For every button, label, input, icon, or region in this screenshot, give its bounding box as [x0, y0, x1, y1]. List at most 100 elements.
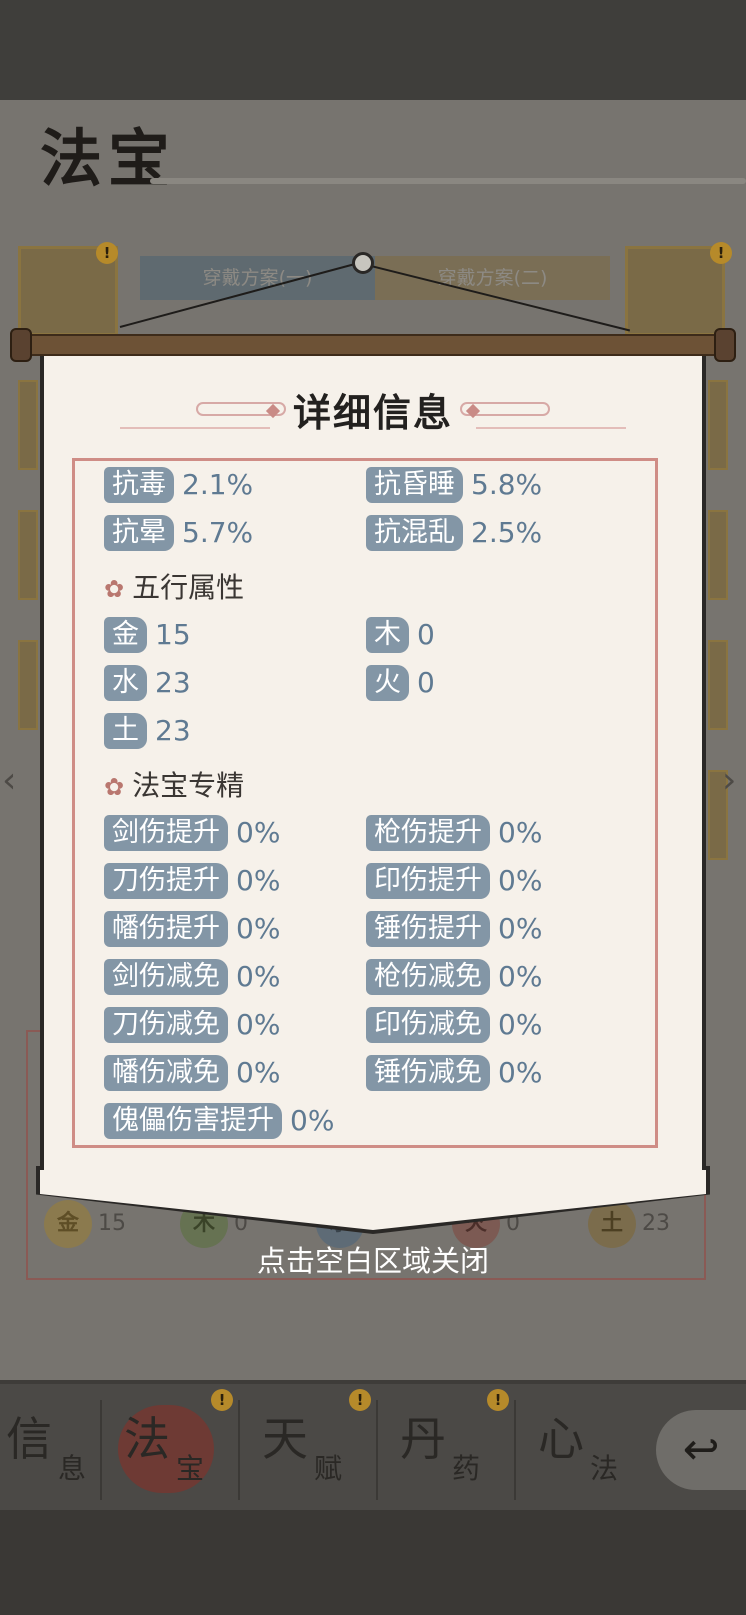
stat-label: 幡伤提升: [104, 911, 228, 947]
stat-label: 土: [104, 713, 147, 749]
stat-row: 枪伤提升 0%: [366, 815, 542, 855]
stat-label: 抗晕: [104, 515, 174, 551]
stat-value: 0%: [236, 1056, 281, 1089]
stat-label: 抗毒: [104, 467, 174, 503]
page-title: 法宝: [40, 122, 177, 195]
nav-tab-label: 法: [124, 1412, 170, 1466]
nav-tab-mind[interactable]: 心 法: [520, 1395, 655, 1505]
alert-icon: !: [349, 1389, 371, 1411]
stat-value: 0: [417, 618, 435, 651]
section-heading-mastery: ✿ 法宝专精: [104, 769, 245, 802]
stat-row: 剑伤提升 0%: [104, 815, 280, 855]
stat-value: 5.7%: [182, 516, 254, 549]
stat-label: 枪伤减免: [366, 959, 490, 995]
treasure-slot-right-3[interactable]: [708, 510, 728, 600]
nav-tab-label: 天: [262, 1412, 308, 1466]
stat-label: 印伤减免: [366, 1007, 490, 1043]
stat-value: 5.8%: [471, 468, 543, 501]
stat-row: 土 23: [104, 713, 191, 753]
stat-label: 火: [366, 665, 409, 701]
stat-value: 0%: [236, 912, 281, 945]
nail-icon: [352, 252, 374, 274]
stat-row: 印伤减免 0%: [366, 1007, 542, 1047]
stat-row: 幡伤减免 0%: [104, 1055, 280, 1095]
nav-tab-talent[interactable]: 天 赋 !: [244, 1389, 379, 1505]
back-button[interactable]: ↩: [656, 1410, 746, 1490]
section-heading-elements: ✿ 五行属性: [104, 571, 245, 604]
stat-label: 刀伤减免: [104, 1007, 228, 1043]
stat-value: 0: [417, 666, 435, 699]
stat-label: 木: [366, 617, 409, 653]
alert-icon: !: [211, 1389, 233, 1411]
top-background: [0, 0, 746, 100]
stat-row: 刀伤减免 0%: [104, 1007, 280, 1047]
stat-row: 傀儡伤害提升 0%: [104, 1103, 334, 1143]
stat-row: 抗晕 5.7%: [104, 515, 253, 555]
nav-divider: [376, 1400, 378, 1500]
nav-tab-treasure[interactable]: 法 宝 !: [106, 1389, 241, 1505]
stat-label: 抗混乱: [366, 515, 463, 551]
flower-icon: ✿: [104, 773, 125, 801]
nav-tab-sublabel: 赋: [314, 1452, 343, 1485]
stat-value: 2.5%: [471, 516, 543, 549]
stat-label: 水: [104, 665, 147, 701]
stat-value: 0%: [236, 960, 281, 993]
nav-tab-info[interactable]: 信 息: [0, 1395, 123, 1505]
stat-label: 枪伤提升: [366, 815, 490, 851]
modal-title: 详细信息: [292, 391, 453, 435]
stat-label: 幡伤减免: [104, 1055, 228, 1091]
nav-tab-label: 信: [6, 1412, 52, 1466]
nav-tab-sublabel: 药: [452, 1452, 481, 1485]
treasure-slot-right-4[interactable]: [708, 640, 728, 730]
stat-value: 23: [155, 666, 191, 699]
nav-divider: [100, 1400, 102, 1500]
bottom-strip: [0, 1510, 746, 1615]
prev-arrow-icon[interactable]: ‹: [2, 760, 16, 801]
close-hint: 点击空白区域关闭: [256, 1244, 489, 1278]
stat-row: 抗昏睡 5.8%: [366, 467, 542, 507]
stat-row: 剑伤减免 0%: [104, 959, 280, 999]
stat-row: 印伤提升 0%: [366, 863, 542, 903]
stat-value: 0%: [498, 816, 543, 849]
nav-divider: [238, 1400, 240, 1500]
title-divider: [150, 178, 746, 184]
stat-label: 剑伤提升: [104, 815, 228, 851]
stat-value: 23: [155, 714, 191, 747]
stat-value: 0%: [498, 960, 543, 993]
stat-value: 2.1%: [182, 468, 254, 501]
stat-row: 金 15: [104, 617, 191, 657]
stat-label: 傀儡伤害提升: [104, 1103, 282, 1139]
stat-value: 0%: [236, 864, 281, 897]
stat-value: 0%: [498, 1008, 543, 1041]
stat-row: 木0: [366, 617, 435, 657]
stat-label: 刀伤提升: [104, 863, 228, 899]
treasure-slot-right-1[interactable]: [625, 246, 725, 336]
alert-icon: !: [710, 242, 732, 264]
flower-icon: ✿: [104, 575, 125, 603]
tab-plan-1[interactable]: 穿戴方案(一): [140, 256, 375, 300]
nav-tab-label: 心: [538, 1412, 584, 1466]
treasure-slot-left-3[interactable]: [18, 510, 38, 600]
stat-row: 火0: [366, 665, 435, 705]
next-arrow-icon[interactable]: ›: [722, 760, 736, 801]
stat-value: 0%: [498, 864, 543, 897]
stat-row: 枪伤减免 0%: [366, 959, 542, 999]
nav-tab-sublabel: 宝: [176, 1452, 205, 1485]
stat-value: 0%: [498, 1056, 543, 1089]
stat-label: 锤伤提升: [366, 911, 490, 947]
alert-icon: !: [487, 1389, 509, 1411]
stat-value: 0%: [290, 1104, 335, 1137]
scroll-rod: [14, 334, 732, 356]
stat-value: 0%: [236, 816, 281, 849]
scroll-rod-cap: [714, 328, 736, 362]
stat-label: 印伤提升: [366, 863, 490, 899]
nav-tab-elixir[interactable]: 丹 药 !: [382, 1389, 517, 1505]
stat-row: 锤伤提升 0%: [366, 911, 542, 951]
stat-value: 15: [155, 618, 191, 651]
treasure-slot-left-4[interactable]: [18, 640, 38, 730]
stat-row: 幡伤提升 0%: [104, 911, 280, 951]
nav-divider: [514, 1400, 516, 1500]
stat-label: 剑伤减免: [104, 959, 228, 995]
alert-icon: !: [96, 242, 118, 264]
tab-plan-2[interactable]: 穿戴方案(二): [375, 256, 610, 300]
